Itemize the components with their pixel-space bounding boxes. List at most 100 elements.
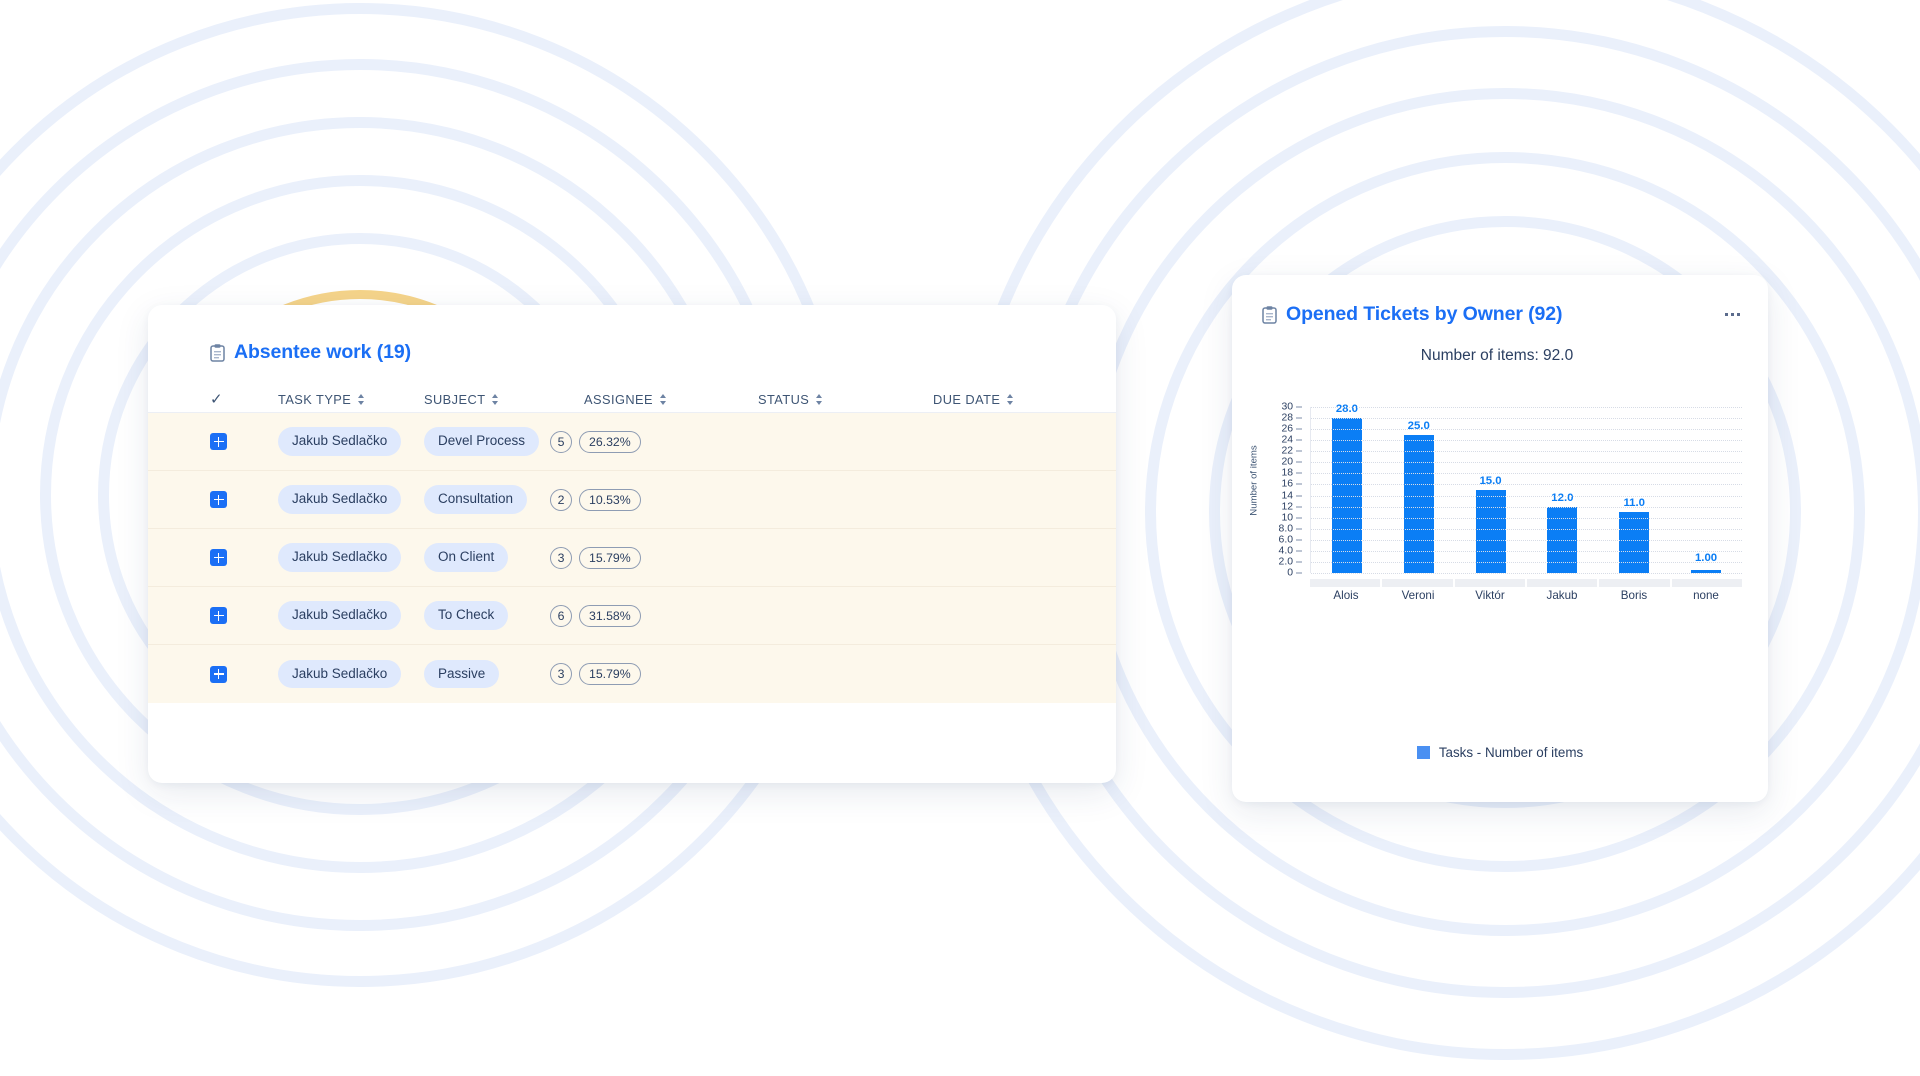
percent-badge: 15.79% xyxy=(579,663,641,685)
grid-line xyxy=(1311,529,1742,530)
bar-slot: 28.0 xyxy=(1311,407,1383,573)
legend-label: Tasks - Number of items xyxy=(1439,745,1583,760)
sort-icon[interactable] xyxy=(816,393,823,406)
x-band-segment xyxy=(1672,579,1742,587)
task-type-pill[interactable]: Jakub Sedlačko xyxy=(278,660,401,689)
cell-task-type: Jakub Sedlačko xyxy=(278,601,424,630)
chart-card-header: Opened Tickets by Owner (92) xyxy=(1232,275,1768,326)
subject-pill[interactable]: Devel Process xyxy=(424,427,539,456)
x-band-segment xyxy=(1527,579,1597,587)
table-body: Jakub SedlačkoDevel Process526.32%Jakub … xyxy=(148,412,1116,703)
x-axis-labels: AloisVeroniViktórJakubBorisnone xyxy=(1310,589,1742,602)
y-tick-label: 16 xyxy=(1273,479,1302,490)
y-tick-label: 30 xyxy=(1273,402,1302,413)
bar[interactable] xyxy=(1476,490,1506,573)
expand-row-cell xyxy=(210,607,278,624)
clipboard-icon xyxy=(210,344,225,362)
x-tick-label: Viktór xyxy=(1454,589,1526,602)
sort-icon[interactable] xyxy=(1007,393,1014,406)
task-type-pill[interactable]: Jakub Sedlačko xyxy=(278,543,401,572)
percent-badge: 31.58% xyxy=(579,605,641,627)
table-row[interactable]: Jakub SedlačkoPassive315.79% xyxy=(148,645,1116,703)
x-tick-label: Alois xyxy=(1310,589,1382,602)
grid-line xyxy=(1311,407,1742,408)
task-type-pill[interactable]: Jakub Sedlačko xyxy=(278,485,401,514)
grid-line xyxy=(1311,562,1742,563)
chart-title: Opened Tickets by Owner (92) xyxy=(1286,303,1562,326)
expand-row-button[interactable] xyxy=(210,549,227,566)
table-card-header: Absentee work (19) xyxy=(148,305,1116,364)
y-tick-label: 24 xyxy=(1273,435,1302,446)
column-header-status[interactable]: STATUS xyxy=(758,392,933,407)
bar-series: 28.025.015.0 12.0 11.01.00 xyxy=(1311,407,1742,573)
check-icon: ✓ xyxy=(210,390,223,408)
expand-row-button[interactable] xyxy=(210,491,227,508)
grid-line xyxy=(1311,540,1742,541)
bar[interactable] xyxy=(1619,512,1649,573)
y-tick-label: 22 xyxy=(1273,446,1302,457)
column-select-all[interactable]: ✓ xyxy=(210,390,278,408)
x-band-segment xyxy=(1455,579,1525,587)
bar[interactable] xyxy=(1404,435,1434,573)
y-tick-label: 4.0 xyxy=(1273,545,1302,556)
sort-icon[interactable] xyxy=(358,393,365,406)
subject-pill[interactable]: Consultation xyxy=(424,485,527,514)
table-row[interactable]: Jakub SedlačkoDevel Process526.32% xyxy=(148,413,1116,471)
cell-assignee-metrics: 631.58% xyxy=(550,605,641,627)
sort-icon[interactable] xyxy=(660,393,667,406)
table-header-row: ✓ TASK TYPE SUBJECT ASSIGNEE STATUS DUE … xyxy=(210,364,1116,406)
column-header-assignee[interactable]: ASSIGNEE xyxy=(584,392,758,407)
x-tick-label: Boris xyxy=(1598,589,1670,602)
chart-subtitle: Number of items: 92.0 xyxy=(1226,347,1768,365)
bar-slot: 15.0 xyxy=(1455,407,1527,573)
count-badge: 3 xyxy=(550,547,572,569)
bar-slot: 25.0 xyxy=(1383,407,1455,573)
bar-slot: 12.0 xyxy=(1526,407,1598,573)
column-header-task-type[interactable]: TASK TYPE xyxy=(278,392,424,407)
expand-row-button[interactable] xyxy=(210,607,227,624)
plot-area: 28.025.015.0 12.0 11.01.00 xyxy=(1310,407,1742,573)
column-header-subject[interactable]: SUBJECT xyxy=(424,392,584,407)
x-tick-label: Jakub xyxy=(1526,589,1598,602)
subject-pill[interactable]: Passive xyxy=(424,660,499,689)
bar-value-label: 12.0 xyxy=(1551,492,1573,504)
cell-task-type: Jakub Sedlačko xyxy=(278,660,424,689)
task-type-pill[interactable]: Jakub Sedlačko xyxy=(278,427,401,456)
cell-task-type: Jakub Sedlačko xyxy=(278,427,424,456)
task-type-pill[interactable]: Jakub Sedlačko xyxy=(278,601,401,630)
y-tick-label: 0 xyxy=(1273,568,1302,579)
expand-row-cell xyxy=(210,549,278,566)
y-tick-label: 14 xyxy=(1273,490,1302,501)
bar-slot: 11.0 xyxy=(1598,407,1670,573)
clipboard-icon xyxy=(1262,306,1277,324)
absentee-work-card: Absentee work (19) ✓ TASK TYPE SUBJECT A… xyxy=(148,305,1116,783)
grid-line xyxy=(1311,451,1742,452)
legend-swatch-icon xyxy=(1417,746,1430,759)
subject-pill[interactable]: To Check xyxy=(424,601,508,630)
opened-tickets-chart-card: Opened Tickets by Owner (92) Number of i… xyxy=(1232,275,1768,802)
y-tick-label: 26 xyxy=(1273,424,1302,435)
dashboard-canvas: Absentee work (19) ✓ TASK TYPE SUBJECT A… xyxy=(0,0,1920,1076)
grid-line xyxy=(1311,440,1742,441)
expand-row-button[interactable] xyxy=(210,666,227,683)
y-axis-ticks: 02.04.06.08.01012141618202224262830 xyxy=(1268,407,1302,573)
cell-task-type: Jakub Sedlačko xyxy=(278,543,424,572)
bar-slot: 1.00 xyxy=(1670,407,1742,573)
y-tick-label: 6.0 xyxy=(1273,534,1302,545)
more-horizontal-icon[interactable] xyxy=(1723,307,1742,322)
count-badge: 2 xyxy=(550,489,572,511)
grid-line xyxy=(1311,496,1742,497)
table-row[interactable]: Jakub Sedlačko To Check 631.58% xyxy=(148,587,1116,645)
y-tick-label: 12 xyxy=(1273,501,1302,512)
subject-pill[interactable]: On Client xyxy=(424,543,508,572)
grid-line xyxy=(1311,418,1742,419)
cell-task-type: Jakub Sedlačko xyxy=(278,485,424,514)
y-tick-label: 10 xyxy=(1273,512,1302,523)
table-row[interactable]: Jakub SedlačkoOn Client315.79% xyxy=(148,529,1116,587)
chart-legend: Tasks - Number of items xyxy=(1232,745,1768,760)
table-row[interactable]: Jakub SedlačkoConsultation210.53% xyxy=(148,471,1116,529)
column-header-due-date[interactable]: DUE DATE xyxy=(933,392,1083,407)
expand-row-button[interactable] xyxy=(210,433,227,450)
x-band-segment xyxy=(1382,579,1452,587)
sort-icon[interactable] xyxy=(492,393,499,406)
